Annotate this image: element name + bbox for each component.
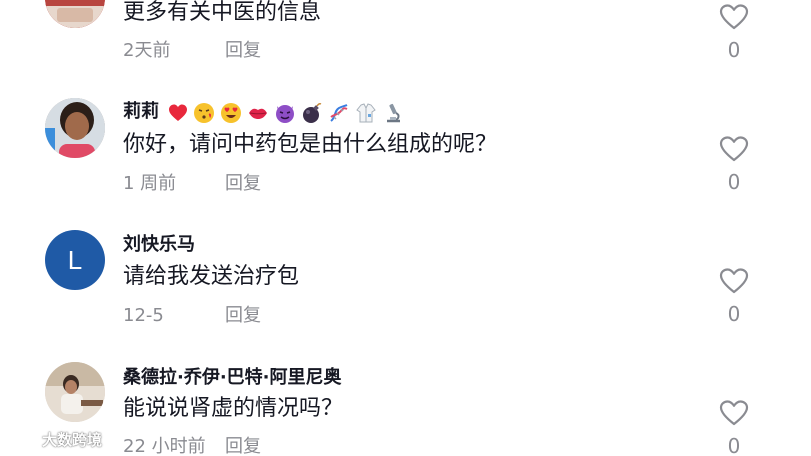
comment-time: 12-5: [123, 305, 164, 326]
kiss-face-emoji-icon: [194, 103, 214, 123]
heart-icon: [719, 136, 749, 162]
avatar-photo: [45, 98, 105, 158]
avatar[interactable]: L: [45, 230, 105, 290]
watermark-text: 大数跨境: [42, 431, 103, 449]
comment-time: 1 周前: [123, 173, 177, 194]
heart-eyes-emoji-icon: [221, 103, 241, 123]
like-count: 0: [727, 434, 741, 456]
username[interactable]: 莉莉: [123, 100, 159, 124]
avatar[interactable]: [45, 362, 105, 422]
comment-text: 更多有关中医的信息: [123, 0, 322, 25]
avatar-photo: [45, 0, 105, 28]
heart-emoji-icon: [169, 104, 187, 121]
like-count: 0: [727, 38, 741, 62]
avatar-photo: [45, 362, 105, 422]
reply-button[interactable]: 回复: [225, 172, 261, 196]
bomb-emoji-icon: [303, 103, 322, 123]
reply-button[interactable]: 回复: [225, 39, 261, 63]
heart-icon: [719, 4, 749, 30]
heart-icon: [719, 268, 749, 294]
heart-icon: [719, 400, 749, 426]
avatar-letter: L: [67, 244, 83, 275]
reply-button[interactable]: 回复: [225, 435, 261, 456]
username[interactable]: 刘快乐马: [123, 233, 195, 257]
like-button[interactable]: [719, 267, 749, 295]
like-count: 0: [727, 302, 741, 326]
comment-text: 你好，请问中药包是由什么组成的呢？: [123, 132, 498, 157]
lab-coat-emoji-icon: [356, 103, 376, 123]
like-button[interactable]: [719, 135, 749, 163]
comment-text: 能说说肾虚的情况吗？: [123, 396, 344, 421]
devil-emoji-icon: [276, 105, 294, 123]
comment-text: 请给我发送治疗包: [123, 264, 300, 289]
like-button[interactable]: [719, 399, 749, 427]
watermark-logo-icon: [9, 432, 36, 446]
comment-time: 22 小时前: [123, 436, 206, 456]
username[interactable]: 桑德拉·乔伊·巴特·阿里尼奥: [123, 366, 342, 390]
watermark: 大数跨境: [8, 429, 102, 450]
reply-button[interactable]: 回复: [225, 304, 261, 328]
username-emojis: [168, 101, 404, 125]
dna-emoji-icon: [330, 104, 348, 122]
like-count: 0: [727, 170, 741, 194]
avatar[interactable]: [45, 0, 105, 28]
comment-list: 更多有关中医的信息 2天前 回复 0 莉莉 你好，请问中药包是由什么组成的呢？ …: [0, 0, 811, 456]
comment-time: 2天前: [123, 40, 171, 61]
microscope-emoji-icon: [387, 103, 400, 123]
avatar[interactable]: [45, 98, 105, 158]
like-button[interactable]: [719, 3, 749, 31]
lips-emoji-icon: [249, 108, 267, 119]
